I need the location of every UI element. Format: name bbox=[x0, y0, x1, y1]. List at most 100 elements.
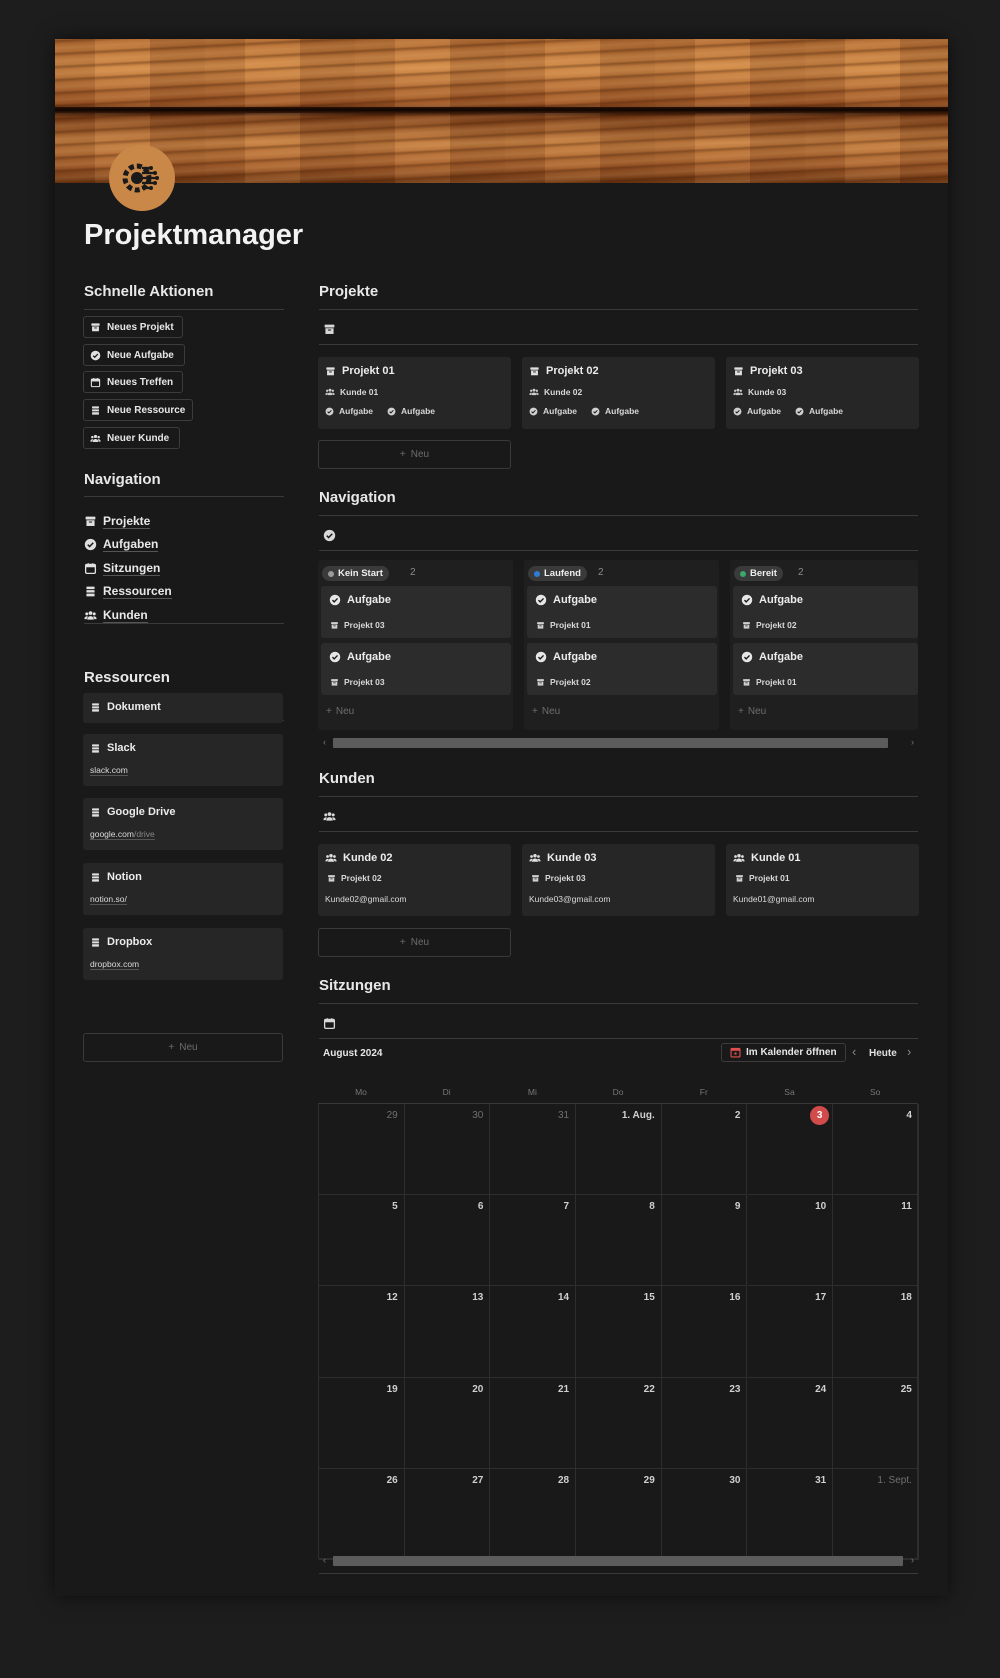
quick-action-neuer-kunde-button[interactable]: Neuer Kunde bbox=[83, 427, 180, 449]
open-in-calendar-button[interactable]: Im Kalender öffnen bbox=[721, 1043, 846, 1062]
calendar-day-cell[interactable]: 4 bbox=[833, 1104, 919, 1196]
calendar-day-cell[interactable]: 12 bbox=[319, 1286, 405, 1378]
client-card[interactable]: Kunde 01 Projekt 01 Kunde01@gmail.com bbox=[726, 844, 919, 916]
scroll-right-icon[interactable]: › bbox=[911, 1555, 914, 1565]
new-project-button[interactable]: + Neu bbox=[318, 440, 511, 469]
task-card[interactable]: Aufgabe Projekt 01 bbox=[733, 643, 918, 695]
status-label: Kein Start bbox=[338, 568, 383, 579]
resource-link[interactable]: slack.com bbox=[90, 765, 128, 776]
calendar-day-cell[interactable]: 28 bbox=[490, 1468, 577, 1560]
add-card-button[interactable]: + Neu bbox=[738, 706, 766, 717]
calendar-day-cell[interactable]: 11 bbox=[833, 1195, 919, 1287]
scroll-left-icon[interactable]: ‹ bbox=[323, 737, 326, 747]
calendar-day-cell[interactable]: 26 bbox=[319, 1468, 405, 1560]
quick-action-neues-projekt-button[interactable]: Neues Projekt bbox=[83, 316, 183, 338]
project-card[interactable]: Projekt 03 Kunde 03 Aufgabe Aufgabe bbox=[726, 357, 919, 429]
task-card[interactable]: Aufgabe Projekt 03 bbox=[321, 643, 511, 695]
scroll-thumb[interactable] bbox=[333, 738, 888, 748]
status-tag[interactable]: Kein Start bbox=[322, 566, 389, 581]
resource-card[interactable]: Dokument bbox=[83, 693, 283, 723]
calendar-day-cell[interactable]: 6 bbox=[404, 1195, 491, 1287]
calendar-day-cell[interactable]: 29 bbox=[576, 1468, 662, 1560]
client-card[interactable]: Kunde 03 Projekt 03 Kunde03@gmail.com bbox=[522, 844, 715, 916]
status-tag[interactable]: Laufend bbox=[528, 566, 587, 581]
calendar-day-cell[interactable]: 19 bbox=[319, 1377, 405, 1469]
nav-item-sitzungen[interactable]: Sitzungen bbox=[84, 560, 161, 576]
project-tasks: Aufgabe Aufgabe bbox=[733, 406, 843, 416]
resource-link[interactable]: google.com/drive bbox=[90, 829, 155, 840]
project-card[interactable]: Projekt 02 Kunde 02 Aufgabe Aufgabe bbox=[522, 357, 715, 429]
calendar-day-cell[interactable]: 21 bbox=[490, 1377, 577, 1469]
cover-image[interactable] bbox=[55, 39, 948, 183]
nav-item-ressourcen[interactable]: Ressourcen bbox=[84, 583, 172, 599]
calendar-day-cell[interactable]: 10 bbox=[747, 1195, 834, 1287]
add-card-button[interactable]: + Neu bbox=[532, 706, 560, 717]
resource-link[interactable]: dropbox.com bbox=[90, 959, 140, 970]
calendar-day-cell[interactable]: 1. Aug. bbox=[576, 1104, 662, 1196]
calendar-day-cell[interactable]: 23 bbox=[661, 1377, 748, 1469]
archive-icon bbox=[742, 678, 751, 687]
quick-action-neue-aufgabe-button[interactable]: Neue Aufgabe bbox=[83, 344, 185, 366]
calendar-day-cell[interactable]: 16 bbox=[661, 1286, 748, 1378]
board-scrollbar[interactable]: ‹ › bbox=[319, 737, 918, 749]
quick-action-neue-ressource-button[interactable]: Neue Ressource bbox=[83, 399, 193, 421]
next-month-icon[interactable]: › bbox=[907, 1044, 911, 1059]
nav-item-projekte[interactable]: Projekte bbox=[84, 513, 151, 529]
calendar-day-cell[interactable]: 15 bbox=[576, 1286, 662, 1378]
client-card[interactable]: Kunde 02 Projekt 02 Kunde02@gmail.com bbox=[318, 844, 511, 916]
task-card[interactable]: Aufgabe Projekt 01 bbox=[527, 586, 717, 638]
resource-url: notion.so/ bbox=[90, 894, 127, 904]
calendar-scrollbar[interactable]: ‹ › bbox=[319, 1555, 918, 1567]
calendar-day-cell[interactable]: 20 bbox=[404, 1377, 491, 1469]
quick-action-neues-treffen-button[interactable]: Neues Treffen bbox=[83, 371, 183, 393]
day-number: 12 bbox=[386, 1292, 398, 1304]
calendar-day-cell[interactable]: 30 bbox=[404, 1104, 491, 1196]
calendar-day-cell[interactable]: 17 bbox=[747, 1286, 834, 1378]
project-card[interactable]: Projekt 01 Kunde 01 Aufgabe Aufgabe bbox=[318, 357, 511, 429]
calendar-day-cell[interactable]: 2 bbox=[661, 1104, 748, 1196]
task-card[interactable]: Aufgabe Projekt 03 bbox=[321, 586, 511, 638]
calendar-day-cell[interactable]: 13 bbox=[404, 1286, 491, 1378]
resource-card[interactable]: Slack slack.com bbox=[83, 734, 283, 786]
calendar-day-cell[interactable]: 24 bbox=[747, 1377, 834, 1469]
sessions-heading: Sitzungen bbox=[319, 977, 391, 994]
calendar-day-cell[interactable]: 25 bbox=[833, 1377, 919, 1469]
weekday-label: Do bbox=[612, 1087, 624, 1097]
new-resource-button[interactable]: + Neu bbox=[83, 1033, 283, 1062]
calendar-day-cell[interactable]: 31 bbox=[490, 1104, 577, 1196]
calendar-day-cell[interactable]: 14 bbox=[490, 1286, 577, 1378]
task-card[interactable]: Aufgabe Projekt 02 bbox=[733, 586, 918, 638]
calendar-day-cell[interactable]: 9 bbox=[661, 1195, 748, 1287]
nav-item-aufgaben[interactable]: Aufgaben bbox=[84, 536, 159, 552]
new-client-button[interactable]: + Neu bbox=[318, 928, 511, 957]
nav-item-kunden[interactable]: Kunden bbox=[84, 607, 148, 623]
prev-month-icon[interactable]: ‹ bbox=[852, 1044, 856, 1059]
calendar-day-cell[interactable]: 7 bbox=[490, 1195, 577, 1287]
resource-card[interactable]: Dropbox dropbox.com bbox=[83, 928, 283, 980]
resource-title: Dropbox bbox=[90, 936, 152, 948]
resource-url: google.com bbox=[90, 829, 134, 839]
calendar-day-cell[interactable]: 1. Sept. bbox=[833, 1468, 919, 1560]
calendar-day-cell[interactable]: 3 bbox=[747, 1104, 834, 1196]
calendar-day-cell[interactable]: 27 bbox=[404, 1468, 491, 1560]
task-card[interactable]: Aufgabe Projekt 02 bbox=[527, 643, 717, 695]
calendar-day-cell[interactable]: 22 bbox=[576, 1377, 662, 1469]
quick-action-label: Neue Ressource bbox=[107, 404, 186, 416]
today-button[interactable]: Heute bbox=[869, 1048, 897, 1059]
calendar-day-cell[interactable]: 29 bbox=[319, 1104, 405, 1196]
resource-link[interactable]: notion.so/ bbox=[90, 894, 127, 905]
calendar-day-cell[interactable]: 30 bbox=[661, 1468, 748, 1560]
calendar-day-cell[interactable]: 31 bbox=[747, 1468, 834, 1560]
scroll-left-icon[interactable]: ‹ bbox=[323, 1555, 326, 1565]
add-card-button[interactable]: + Neu bbox=[326, 706, 354, 717]
status-tag[interactable]: Bereit bbox=[734, 566, 783, 581]
project-title: Projekt 01 bbox=[325, 365, 395, 377]
archive-icon bbox=[536, 678, 545, 687]
resource-card[interactable]: Notion notion.so/ bbox=[83, 863, 283, 915]
calendar-day-cell[interactable]: 5 bbox=[319, 1195, 405, 1287]
calendar-day-cell[interactable]: 18 bbox=[833, 1286, 919, 1378]
scroll-right-icon[interactable]: › bbox=[911, 737, 914, 747]
scroll-thumb[interactable] bbox=[333, 1556, 903, 1566]
resource-card[interactable]: Google Drive google.com/drive bbox=[83, 798, 283, 850]
calendar-day-cell[interactable]: 8 bbox=[576, 1195, 662, 1287]
